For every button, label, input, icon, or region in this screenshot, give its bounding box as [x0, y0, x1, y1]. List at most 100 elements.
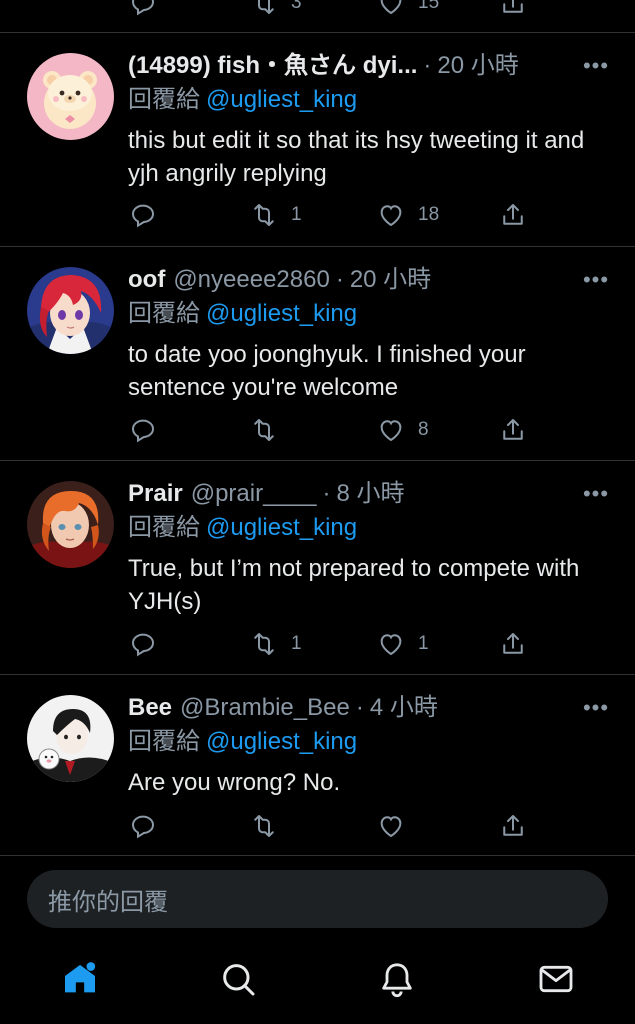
tweet-header: Bee @Brambie_Bee · 4 小時	[128, 692, 613, 724]
reply-icon	[131, 633, 155, 657]
share-button[interactable]	[498, 413, 528, 447]
tweet-header: Prair @prair____ · 8 小時	[128, 478, 613, 510]
retweet-button[interactable]	[249, 809, 279, 843]
reply-button[interactable]	[128, 413, 158, 447]
retweet-button[interactable]	[249, 413, 279, 447]
heart-icon	[380, 205, 402, 227]
avatar[interactable]	[27, 267, 114, 354]
reply-button[interactable]	[128, 627, 158, 661]
home-icon	[65, 962, 96, 993]
more-options-button[interactable]: •••	[579, 264, 613, 296]
reply-icon	[131, 815, 155, 839]
reply-tweet[interactable]: oof @nyeeee2860 · 20 小時 ••• 回覆給 @ugliest_…	[0, 247, 635, 461]
avatar[interactable]	[27, 53, 114, 140]
more-options-button[interactable]: •••	[579, 478, 613, 510]
tab-search[interactable]	[213, 954, 263, 1004]
bottom-tab-bar	[0, 940, 635, 1024]
retweet-button[interactable]: 3	[249, 0, 302, 20]
tab-messages[interactable]	[531, 954, 581, 1004]
retweet-button[interactable]: 1	[249, 627, 302, 661]
reply-tweet[interactable]: Prair @prair____ · 8 小時 ••• 回覆給 @ugliest_…	[0, 461, 635, 675]
mention-link[interactable]: @ugliest_king	[206, 728, 357, 755]
tab-home[interactable]	[55, 954, 105, 1004]
more-options-button[interactable]: •••	[579, 692, 613, 724]
handle[interactable]: @nyeeee2860	[173, 264, 330, 296]
reply-placeholder: 推你的回覆	[48, 888, 168, 916]
like-count: 8	[418, 419, 429, 440]
tweet-content: Bee @Brambie_Bee · 4 小時 ••• 回覆給 @ugliest_…	[128, 692, 613, 799]
mention-link[interactable]: @ugliest_king	[206, 300, 357, 327]
reply-prefix: 回覆給	[128, 86, 200, 113]
timestamp: 20 小時	[349, 266, 432, 293]
separator-dot: ·	[322, 480, 331, 507]
bell-icon	[382, 963, 412, 998]
reply-button[interactable]	[128, 809, 158, 843]
handle[interactable]: @Brambie_Bee	[180, 692, 350, 724]
separator-dot: ·	[423, 52, 432, 79]
previous-tweet-actions: 3 15	[0, 0, 635, 33]
action-bar: 8	[128, 413, 635, 447]
reply-prefix: 回覆給	[128, 728, 200, 755]
reply-icon	[131, 204, 155, 228]
display-name[interactable]: oof	[128, 264, 165, 296]
mail-icon	[539, 965, 573, 993]
like-button[interactable]: 8	[376, 413, 429, 447]
reply-button[interactable]	[128, 0, 158, 20]
anime-avatar-image	[27, 267, 114, 354]
retweet-button[interactable]: 1	[249, 198, 302, 232]
like-button[interactable]: 18	[376, 198, 439, 232]
more-options-button[interactable]: •••	[579, 50, 613, 82]
action-bar: 3 15	[128, 0, 635, 20]
share-button[interactable]	[498, 627, 528, 661]
share-icon	[503, 204, 523, 225]
heart-icon	[380, 634, 402, 656]
share-icon	[503, 815, 523, 836]
reply-tweet[interactable]: (14899) fish・魚さん dyi... · 20 小時 ••• 回覆給 @…	[0, 33, 635, 247]
more-icon: •••	[582, 695, 610, 720]
timestamp: 8 小時	[336, 480, 405, 507]
share-button[interactable]	[498, 0, 528, 20]
share-icon	[503, 0, 523, 13]
reply-tweet[interactable]: Bee @Brambie_Bee · 4 小時 ••• 回覆給 @ugliest_…	[0, 675, 635, 856]
share-button[interactable]	[498, 809, 528, 843]
mention-link[interactable]: @ugliest_king	[206, 514, 357, 541]
more-icon: •••	[582, 481, 610, 506]
like-button[interactable]	[376, 809, 406, 843]
tweet-content: (14899) fish・魚さん dyi... · 20 小時 ••• 回覆給 @…	[128, 50, 613, 190]
retweet-count: 1	[291, 633, 302, 654]
bear-avatar-image	[27, 53, 114, 140]
avatar[interactable]	[27, 695, 114, 782]
more-icon: •••	[582, 53, 610, 78]
display-name[interactable]: Bee	[128, 692, 172, 724]
reply-button[interactable]	[128, 198, 158, 232]
heart-icon	[380, 420, 402, 442]
tab-notifications[interactable]	[372, 954, 422, 1004]
timestamp: 4 小時	[369, 694, 438, 721]
like-count: 1	[418, 633, 429, 654]
retweet-count: 3	[291, 0, 302, 13]
reply-icon	[131, 0, 155, 16]
display-name[interactable]: Prair	[128, 478, 183, 510]
handle[interactable]: @prair____	[191, 478, 317, 510]
reply-input[interactable]: 推你的回覆	[27, 870, 608, 928]
tweet-header: (14899) fish・魚さん dyi... · 20 小時	[128, 50, 613, 82]
like-button[interactable]: 1	[376, 627, 429, 661]
avatar[interactable]	[27, 481, 114, 568]
retweet-count: 1	[291, 204, 302, 225]
search-icon	[223, 964, 255, 996]
replying-to: 回覆給 @ugliest_king	[128, 512, 613, 544]
portrait-avatar-image	[27, 481, 114, 568]
share-button[interactable]	[498, 198, 528, 232]
tweet-content: Prair @prair____ · 8 小時 ••• 回覆給 @ugliest_…	[128, 478, 613, 618]
like-button[interactable]: 15	[376, 0, 439, 20]
retweet-icon	[254, 204, 274, 226]
reply-prefix: 回覆給	[128, 514, 200, 541]
tweet-content: oof @nyeeee2860 · 20 小時 ••• 回覆給 @ugliest_…	[128, 264, 613, 404]
separator-dot: ·	[355, 694, 364, 721]
tweet-text: True, but I’m not prepared to compete wi…	[128, 555, 580, 615]
display-name[interactable]: (14899) fish・魚さん dyi...	[128, 50, 417, 82]
mention-link[interactable]: @ugliest_king	[206, 86, 357, 113]
retweet-icon	[258, 0, 274, 14]
timestamp: 20 小時	[437, 52, 519, 79]
sketch-avatar-image	[27, 695, 114, 782]
